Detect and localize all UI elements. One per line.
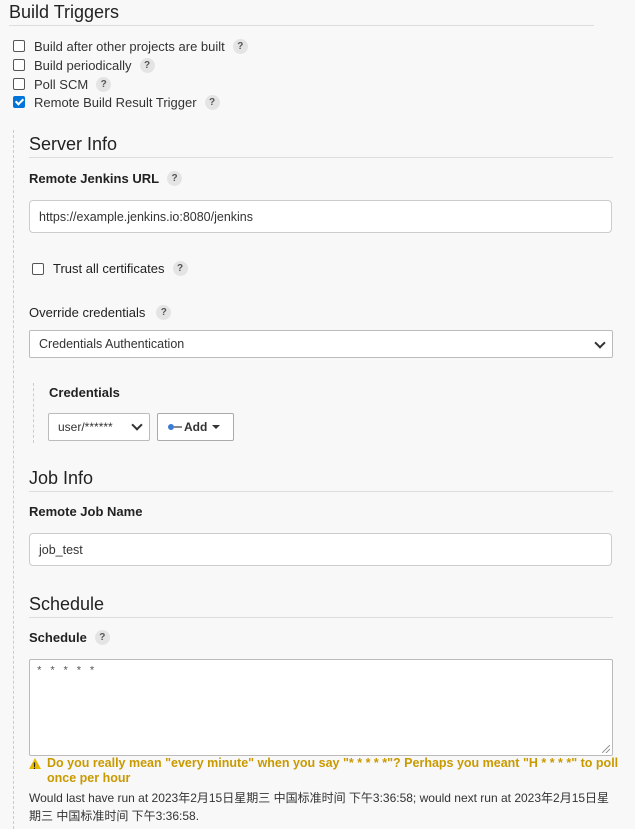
credentials-value: user/****** — [58, 420, 113, 434]
help-icon[interactable]: ? — [172, 261, 188, 276]
override-credentials-select[interactable]: Credentials Authentication — [29, 330, 613, 358]
job-info-divider — [29, 491, 613, 492]
schedule-value: * * * * * — [36, 666, 96, 678]
remote-build-result-checkbox[interactable] — [13, 96, 25, 108]
server-info-divider — [29, 157, 613, 158]
help-icon[interactable]: ? — [139, 57, 155, 73]
remote-build-result-label: Remote Build Result Trigger — [34, 94, 197, 110]
remote-job-name-input[interactable]: job_test — [29, 533, 612, 566]
help-icon[interactable]: ? — [204, 94, 220, 110]
build-after-label: Build after other projects are built — [34, 38, 225, 54]
override-credentials-value: Credentials Authentication — [39, 337, 185, 351]
help-icon[interactable]: ? — [156, 305, 172, 320]
trigger-build-after-other-projects[interactable]: Build after other projects are built ? — [13, 37, 248, 55]
credentials-label: Credentials — [49, 385, 120, 400]
chevron-down-icon — [131, 419, 143, 431]
trust-certificates-row[interactable]: Trust all certificates ? — [32, 261, 188, 276]
schedule-run-info: Would last have run at 2023年2月15日星期三 中国标… — [29, 791, 610, 823]
help-icon[interactable]: ? — [94, 630, 110, 645]
trust-certificates-checkbox[interactable] — [32, 262, 44, 275]
schedule-title: Schedule — [29, 594, 105, 614]
build-periodically-label: Build periodically — [34, 57, 132, 73]
credentials-nested-guide — [33, 383, 35, 443]
remote-job-name-value: job_test — [39, 542, 83, 557]
build-triggers-divider — [9, 25, 594, 26]
override-credentials-label: Override credentials — [29, 305, 146, 320]
trigger-remote-build-result[interactable]: Remote Build Result Trigger ? — [13, 93, 220, 111]
remote-jenkins-url-label: Remote Jenkins URL — [29, 171, 160, 186]
remote-jenkins-url-value: https://example.jenkins.io:8080/jenkins — [39, 209, 254, 224]
poll-scm-checkbox[interactable] — [13, 78, 25, 90]
credentials-select[interactable]: user/****** — [48, 413, 150, 441]
poll-scm-label: Poll SCM — [34, 76, 89, 92]
schedule-warning-text: Do you really mean "every minute" when y… — [47, 756, 619, 785]
help-icon[interactable]: ? — [96, 76, 112, 92]
override-credentials-label-row: Override credentials ? — [29, 305, 172, 320]
key-icon — [168, 423, 182, 431]
schedule-label: Schedule — [29, 630, 87, 645]
schedule-textarea[interactable]: * * * * * — [29, 659, 613, 756]
build-periodically-checkbox[interactable] — [13, 59, 25, 71]
add-credentials-button[interactable]: Add — [157, 413, 234, 441]
build-triggers-title: Build Triggers — [9, 2, 120, 22]
chevron-down-icon — [594, 337, 606, 349]
remote-job-name-label: Remote Job Name — [29, 504, 143, 519]
schedule-label-row: Schedule ? — [29, 630, 110, 645]
help-icon[interactable]: ? — [167, 171, 183, 186]
trigger-build-periodically[interactable]: Build periodically ? — [13, 56, 155, 74]
server-info-title: Server Info — [29, 134, 118, 154]
trigger-poll-scm[interactable]: Poll SCM ? — [13, 75, 112, 93]
schedule-divider — [29, 617, 613, 618]
help-icon[interactable]: ? — [232, 38, 248, 54]
build-after-checkbox[interactable] — [13, 40, 25, 52]
caret-down-icon — [212, 425, 221, 429]
nested-config-guide — [13, 130, 15, 829]
job-info-title: Job Info — [29, 468, 94, 488]
warning-icon — [29, 758, 41, 774]
add-button-label: Add — [184, 420, 208, 434]
resize-handle[interactable] — [602, 745, 610, 753]
schedule-warning: Do you really mean "every minute" when y… — [29, 756, 619, 786]
remote-jenkins-url-label-row: Remote Jenkins URL ? — [29, 171, 183, 186]
remote-jenkins-url-input[interactable]: https://example.jenkins.io:8080/jenkins — [29, 200, 612, 233]
trust-certificates-label: Trust all certificates — [53, 261, 165, 276]
